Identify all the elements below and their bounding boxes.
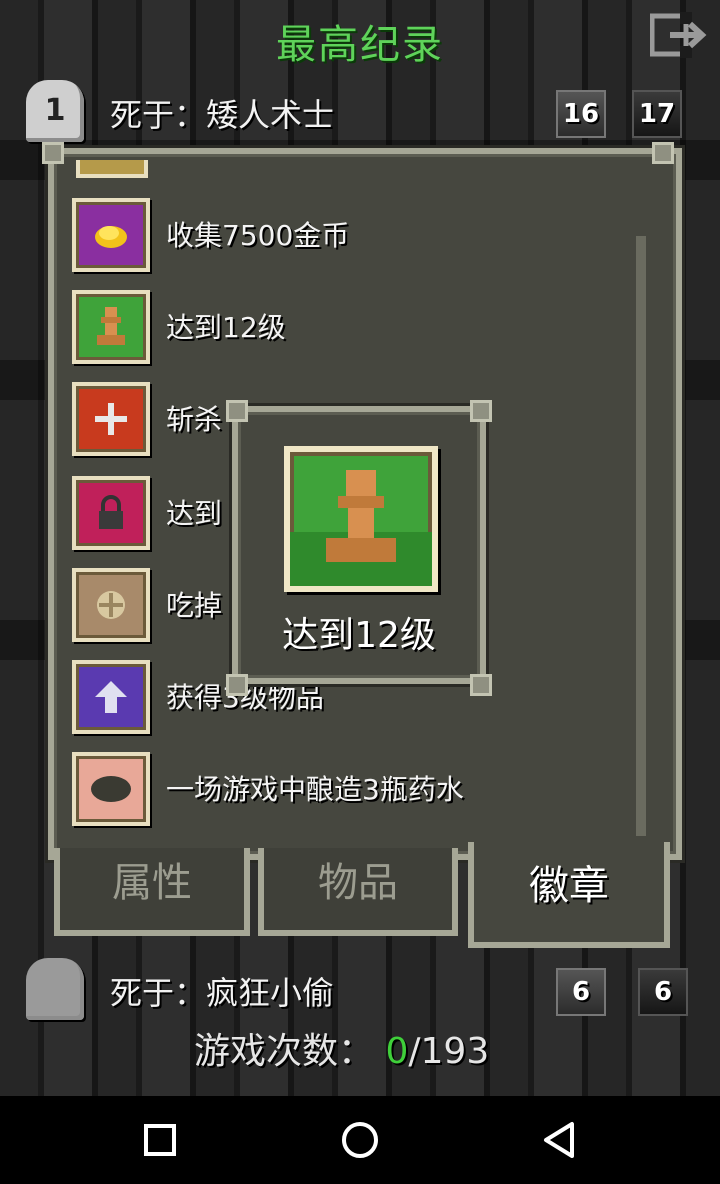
pawn-icon bbox=[72, 290, 150, 364]
screen-title: 最高纪录 bbox=[276, 22, 444, 68]
home-button[interactable] bbox=[338, 1118, 382, 1162]
badge-item[interactable]: 达到12级 bbox=[72, 290, 632, 370]
recents-button[interactable] bbox=[138, 1118, 182, 1162]
record-row[interactable]: 死于：疯狂小偷 6 6 bbox=[0, 958, 720, 1028]
badge-label: 收集7500金币 bbox=[166, 219, 350, 252]
tab-badges[interactable]: 徽章 bbox=[468, 842, 670, 948]
record-text: 死于：疯狂小偷 bbox=[110, 974, 335, 1012]
badge-label: 吃掉 bbox=[166, 589, 223, 622]
window-corner bbox=[42, 142, 64, 164]
back-button[interactable] bbox=[538, 1118, 582, 1162]
games-total: /193 bbox=[408, 1031, 490, 1072]
window-corner bbox=[652, 142, 674, 164]
badge-item[interactable]: 一场游戏中酿造3瓶药水 bbox=[72, 752, 632, 832]
popup-label: 达到12级 bbox=[282, 615, 436, 656]
tab-items[interactable]: 物品 bbox=[258, 848, 458, 936]
potion-icon bbox=[72, 752, 150, 826]
tombstone-icon bbox=[26, 958, 84, 1020]
back-icon bbox=[544, 1122, 574, 1158]
tombstone-icon: 1 bbox=[26, 80, 84, 142]
depth-badge: 6 bbox=[556, 968, 606, 1016]
scrollbar[interactable] bbox=[636, 236, 646, 836]
popup-corner bbox=[470, 674, 492, 696]
badge-label: 达到 bbox=[166, 497, 223, 530]
navigation-bar bbox=[0, 1096, 720, 1184]
cross-swords-icon bbox=[72, 382, 150, 456]
games-count: 游戏次数： 0/193 bbox=[194, 1022, 489, 1074]
lock-icon bbox=[72, 476, 150, 550]
upgrade-arrow-icon bbox=[72, 660, 150, 734]
level-badge: 6 bbox=[638, 968, 688, 1016]
popup-corner bbox=[226, 400, 248, 422]
pawn-icon bbox=[284, 446, 438, 592]
games-current: 0 bbox=[385, 1031, 409, 1072]
home-icon bbox=[342, 1122, 378, 1158]
recents-icon bbox=[144, 1124, 176, 1156]
record-row[interactable]: 1 死于：矮人术士 16 17 bbox=[0, 80, 720, 150]
popup-corner bbox=[226, 674, 248, 696]
record-text: 死于：矮人术士 bbox=[110, 96, 335, 134]
exit-button[interactable] bbox=[649, 12, 712, 58]
depth-badge: 16 bbox=[556, 90, 606, 138]
badge-label: 斩杀 bbox=[166, 403, 223, 436]
tab-stats[interactable]: 属性 bbox=[54, 848, 250, 936]
food-icon bbox=[72, 568, 150, 642]
popup-corner bbox=[470, 400, 492, 422]
badge-label: 一场游戏中酿造3瓶药水 bbox=[166, 773, 464, 806]
badge-icon-partial bbox=[76, 160, 148, 178]
badge-label: 达到12级 bbox=[166, 311, 286, 344]
gold-coins-icon bbox=[72, 198, 150, 272]
level-badge: 17 bbox=[632, 90, 682, 138]
badge-item[interactable]: 收集7500金币 bbox=[72, 198, 632, 278]
exit-icon bbox=[649, 12, 707, 58]
games-label: 游戏次数： bbox=[194, 1031, 375, 1072]
